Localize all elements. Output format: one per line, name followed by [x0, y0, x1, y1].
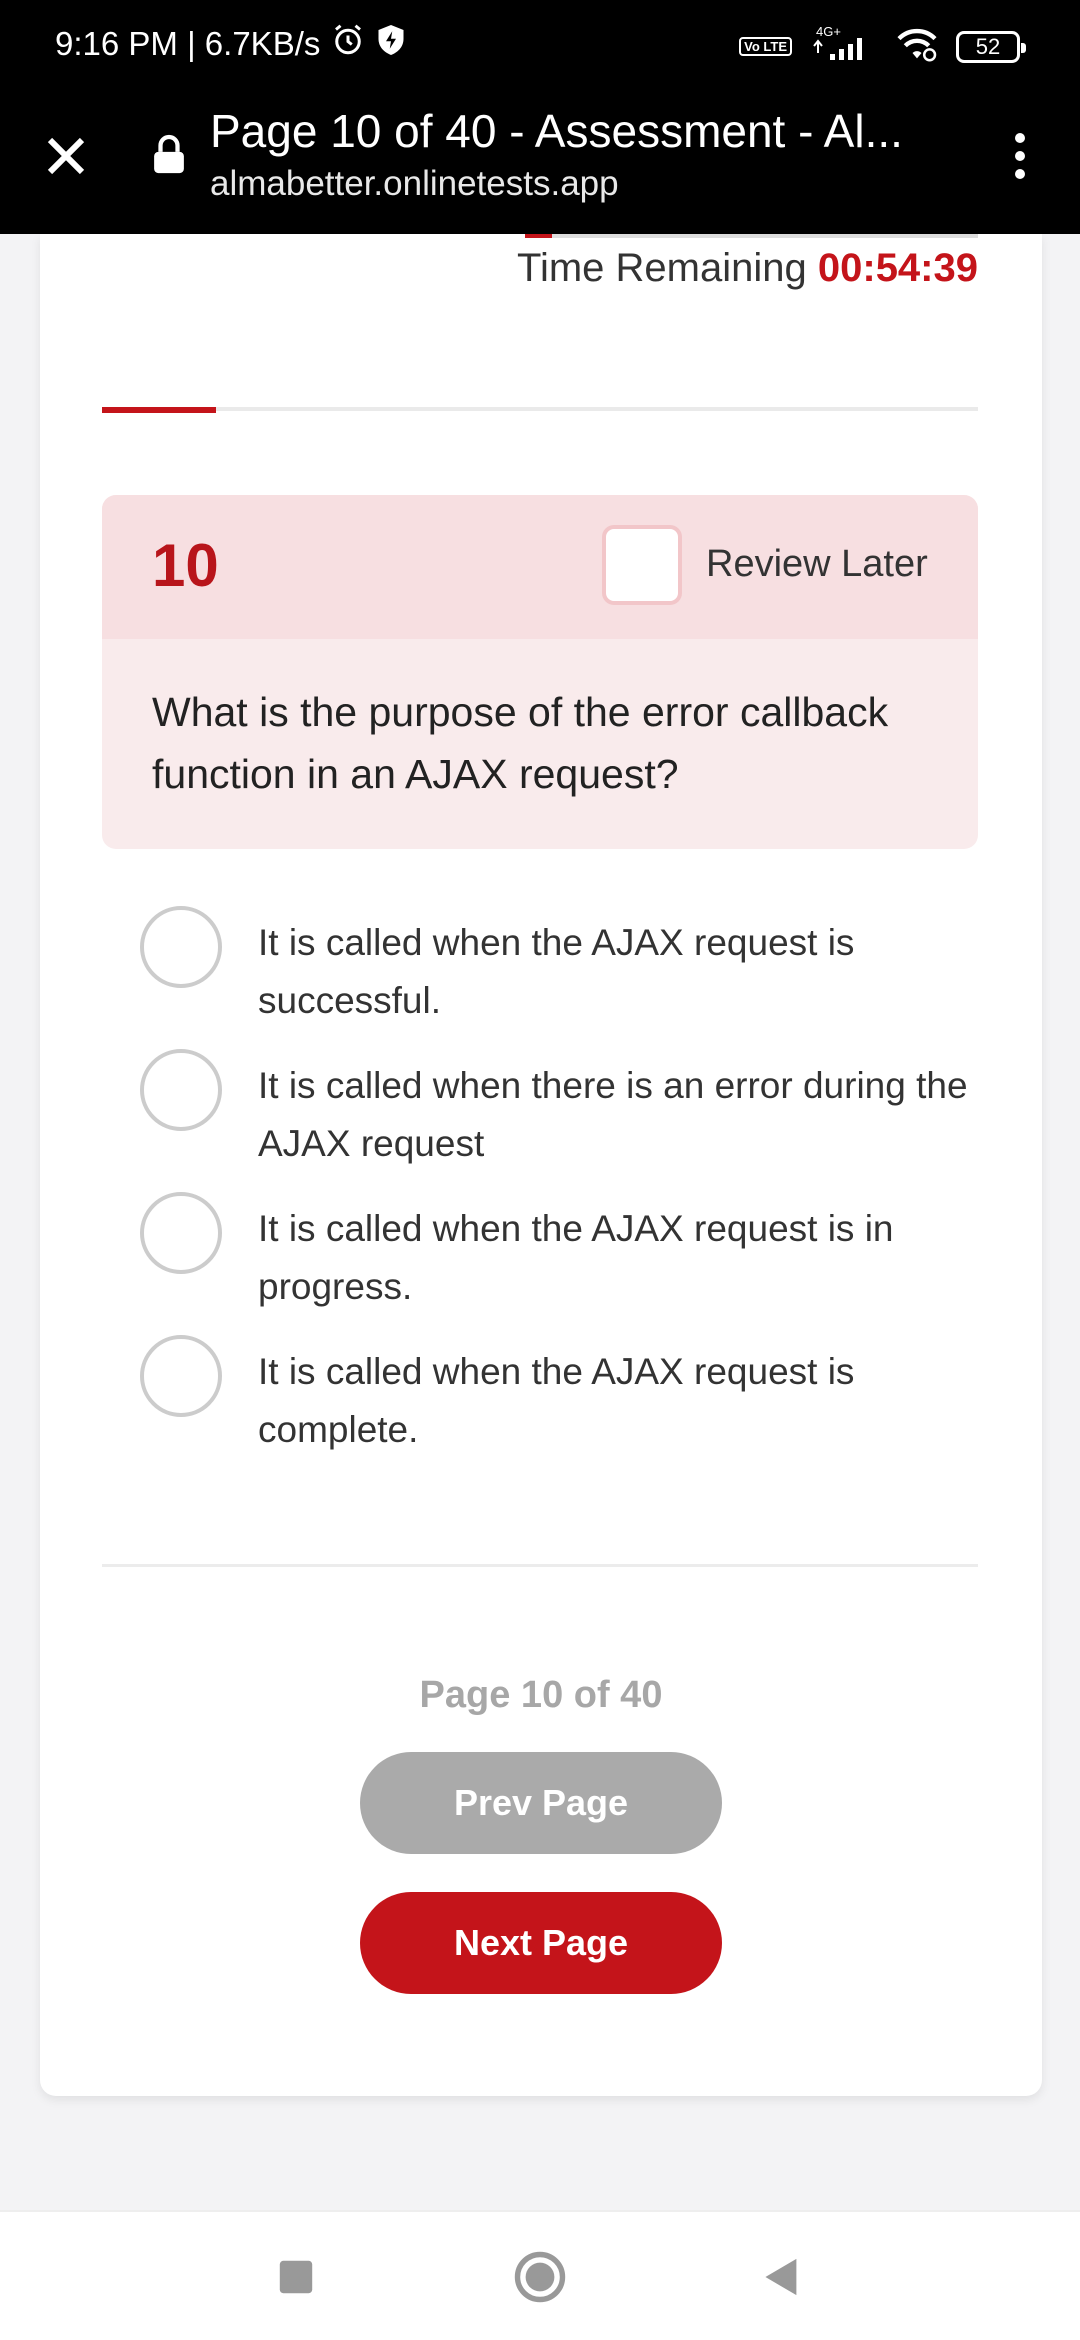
time-remaining-value: 00:54:39 [817, 246, 978, 290]
question-header: 10 Review Later [102, 495, 978, 639]
answer-option-text[interactable]: It is called when the AJAX request is co… [258, 1343, 978, 1459]
close-tab-button[interactable] [40, 130, 92, 182]
back-button[interactable] [720, 2212, 840, 2340]
question-progress-fill [102, 407, 216, 413]
status-time-speed: 9:16 PM | 6.7KB/s [55, 25, 321, 62]
lock-icon [152, 132, 186, 181]
answer-option-1[interactable]: It is called when the AJAX request is su… [140, 904, 990, 1034]
status-bar: 9:16 PM | 6.7KB/s Vo LTE 4G+ 52 [0, 0, 1080, 96]
page-title: Page 10 of 40 - Assessment - Al... [210, 105, 903, 157]
divider [102, 1564, 978, 1567]
answer-option-text[interactable]: It is called when the AJAX request is in… [258, 1200, 978, 1316]
more-options-button[interactable] [1000, 126, 1040, 186]
page-indicator: Page 10 of 40 [419, 1674, 663, 1716]
review-later-checkbox[interactable] [602, 525, 682, 605]
more-vert-dot [1015, 169, 1025, 179]
alarm-icon [330, 22, 366, 66]
question-box: 10 Review Later What is the purpose of t… [102, 495, 978, 849]
question-progress-track [102, 407, 978, 413]
answer-option-text[interactable]: It is called when there is an error duri… [258, 1057, 978, 1173]
more-vert-icon [1015, 133, 1025, 143]
status-left: 9:16 PM | 6.7KB/s [55, 22, 406, 66]
answer-option-text[interactable]: It is called when the AJAX request is su… [258, 914, 978, 1030]
timer-progress-fill [525, 234, 553, 238]
wifi-icon [894, 26, 940, 67]
answer-option-3[interactable]: It is called when the AJAX request is in… [140, 1190, 990, 1320]
shield-icon [376, 23, 406, 65]
close-icon [47, 137, 85, 175]
radio-button[interactable] [140, 1049, 222, 1131]
time-remaining: Time Remaining 00:54:39 [517, 246, 978, 291]
answer-option-2[interactable]: It is called when there is an error duri… [140, 1047, 990, 1177]
prev-page-button[interactable]: Prev Page [360, 1752, 722, 1854]
radio-button[interactable] [140, 906, 222, 988]
question-text: What is the purpose of the error callbac… [152, 689, 889, 797]
review-later-label[interactable]: Review Later [706, 543, 928, 586]
home-icon [514, 2251, 566, 2303]
assessment-card: Time Remaining 00:54:39 10 Review Later … [40, 234, 1042, 2096]
radio-button[interactable] [140, 1335, 222, 1417]
browser-toolbar: Page 10 of 40 - Assessment - Al... almab… [0, 96, 1080, 234]
next-page-button[interactable]: Next Page [360, 1892, 722, 1994]
radio-button[interactable] [140, 1192, 222, 1274]
system-nav-bar [0, 2210, 1080, 2340]
time-remaining-label: Time Remaining [517, 246, 807, 290]
back-icon [765, 2258, 797, 2296]
recents-button[interactable] [236, 2212, 356, 2340]
recents-icon [279, 2260, 313, 2294]
signal-icon: 4G+ [808, 24, 878, 69]
home-button[interactable] [480, 2212, 600, 2340]
timer-progress-track [525, 234, 978, 238]
url-text[interactable]: almabetter.onlinetests.app [210, 164, 619, 204]
answer-option-4[interactable]: It is called when the AJAX request is co… [140, 1333, 990, 1463]
battery-icon: 52 [956, 30, 1026, 63]
network-type: 4G+ [816, 24, 841, 39]
question-number: 10 [152, 532, 219, 599]
more-vert-dot [1015, 151, 1025, 161]
volte-indicator: Vo LTE [739, 37, 792, 56]
status-right: Vo LTE 4G+ 52 [739, 24, 1026, 69]
